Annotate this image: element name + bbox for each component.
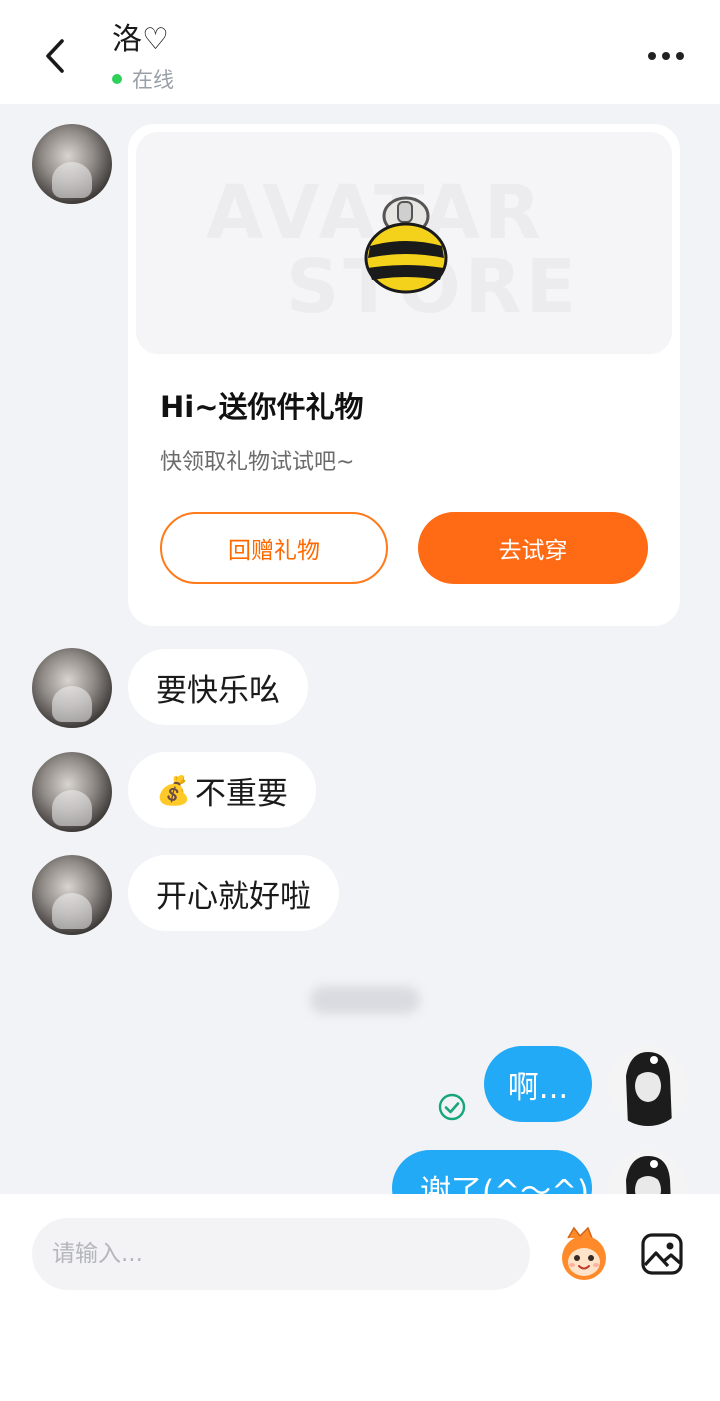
- read-check-icon: [438, 1093, 466, 1121]
- contact-avatar[interactable]: [32, 648, 112, 728]
- image-icon: [641, 1233, 683, 1275]
- bee-gift-icon: [364, 196, 448, 294]
- message-input-bar: [0, 1194, 720, 1401]
- return-gift-button[interactable]: 回赠礼物: [160, 512, 388, 584]
- incoming-message-bubble[interactable]: 💰 不重要: [128, 752, 316, 828]
- message-text: 开心就好啦: [156, 878, 311, 915]
- chat-message-list[interactable]: AVATAR STORE Hi~送你件礼物 快领取礼物试试吧~ 回赠礼物 去试穿…: [0, 104, 720, 1194]
- online-dot: [112, 74, 122, 84]
- my-avatar-image: [608, 1150, 688, 1194]
- contact-avatar[interactable]: [32, 855, 112, 935]
- more-dot: [676, 52, 684, 60]
- my-avatar[interactable]: [608, 1150, 688, 1194]
- contact-avatar[interactable]: [32, 752, 112, 832]
- contact-avatar[interactable]: [32, 124, 112, 204]
- gift-banner-image[interactable]: AVATAR STORE: [136, 132, 672, 354]
- online-status: 在线: [112, 64, 174, 94]
- try-on-button[interactable]: 去试穿: [418, 512, 648, 584]
- message-text: 不重要: [194, 775, 288, 812]
- gift-message-card[interactable]: AVATAR STORE Hi~送你件礼物 快领取礼物试试吧~ 回赠礼物 去试穿: [128, 124, 680, 626]
- image-picker-button[interactable]: [640, 1232, 684, 1276]
- my-avatar-image: [608, 1046, 688, 1126]
- more-dot: [648, 52, 656, 60]
- emoji-sticker-button[interactable]: [554, 1224, 614, 1284]
- back-button[interactable]: [30, 30, 80, 82]
- contact-name: 洛♡: [112, 22, 169, 57]
- message-text: 要快乐吆: [156, 672, 280, 709]
- message-input[interactable]: [32, 1218, 530, 1290]
- message-text: 谢了(^～^): [420, 1173, 590, 1195]
- money-bag-icon: 💰: [156, 773, 191, 807]
- gift-subtitle: 快领取礼物试试吧~: [160, 450, 355, 475]
- more-dot: [662, 52, 670, 60]
- outgoing-message-bubble[interactable]: 啊...: [484, 1046, 592, 1122]
- incoming-message-bubble[interactable]: 开心就好啦: [128, 855, 339, 931]
- message-timestamp-blurred: [310, 986, 420, 1014]
- incoming-message-bubble[interactable]: 要快乐吆: [128, 649, 308, 725]
- mascot-emoji-icon: [562, 1226, 606, 1280]
- my-avatar[interactable]: [608, 1046, 688, 1126]
- more-options-button[interactable]: [642, 36, 690, 76]
- outgoing-message-bubble[interactable]: 谢了(^～^): [392, 1150, 592, 1194]
- gift-title: Hi~送你件礼物: [160, 390, 364, 424]
- message-text: 啊...: [507, 1069, 569, 1106]
- chevron-left-icon: [46, 39, 64, 73]
- chat-header: 洛♡ 在线: [0, 0, 720, 104]
- online-status-label: 在线: [132, 68, 174, 92]
